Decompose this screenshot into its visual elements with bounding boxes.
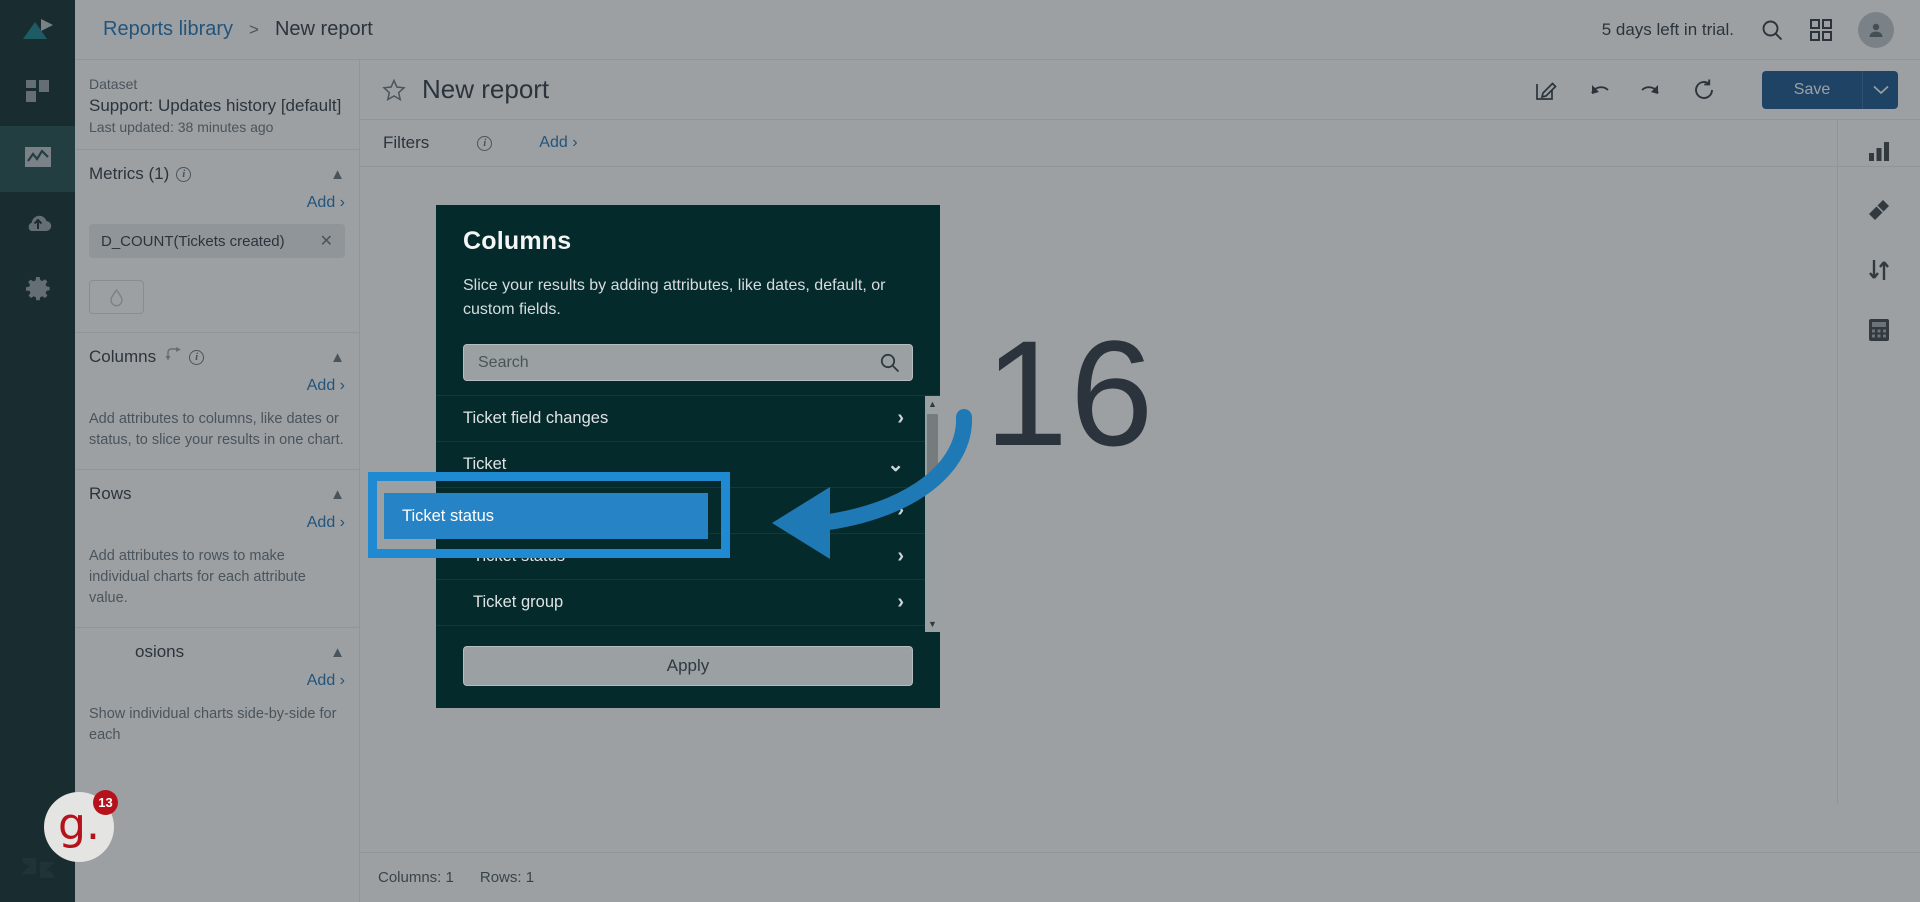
apply-button[interactable]: Apply	[463, 646, 913, 686]
scrollbar-thumb[interactable]	[927, 414, 938, 476]
list-item[interactable]: Ticket group ›	[436, 580, 926, 626]
modal-header: Columns Slice your results by adding att…	[436, 205, 940, 322]
list-item[interactable]: Ticket brand ›	[436, 626, 926, 632]
modal-description: Slice your results by adding attributes,…	[463, 277, 886, 318]
triangle-up-icon[interactable]: ▲	[928, 396, 937, 412]
highlighted-option-fill: Ticket status	[384, 493, 708, 539]
explore-report-builder-app: Reports library > New report 5 days left…	[0, 0, 1920, 902]
chevron-right-icon[interactable]: ›	[897, 545, 904, 568]
attribute-search	[463, 344, 913, 381]
search-input[interactable]	[463, 344, 913, 381]
list-item-label: Ticket field changes	[463, 409, 609, 427]
list-item-label: Ticket	[463, 455, 507, 473]
modal-title: Columns	[463, 227, 572, 255]
list-item-label: Ticket group	[473, 593, 564, 611]
chevron-right-icon[interactable]: ›	[897, 407, 904, 430]
columns-attribute-picker-modal: Columns Slice your results by adding att…	[436, 205, 940, 708]
chevron-down-icon[interactable]: ⌄	[887, 452, 904, 477]
support-chat-widget-button[interactable]: g. 13	[44, 790, 118, 862]
list-item-label: Ticket status	[473, 547, 565, 565]
chat-unread-badge: 13	[93, 790, 118, 815]
modal-footer: Apply	[436, 632, 940, 708]
modal-backdrop-scrim[interactable]	[0, 0, 1920, 902]
triangle-down-icon[interactable]: ▼	[928, 616, 937, 632]
list-item-ticket-status[interactable]: Ticket status ›	[436, 534, 926, 580]
search-icon[interactable]	[879, 352, 900, 378]
chevron-right-icon[interactable]: ›	[897, 499, 904, 522]
chat-widget-logo: g.	[58, 799, 100, 850]
attribute-list-scrollbar[interactable]: ▲ ▼	[925, 396, 940, 632]
list-item[interactable]: Ticket field changes ›	[436, 396, 926, 442]
list-item[interactable]: Ticket ⌄	[436, 442, 926, 488]
chevron-right-icon[interactable]: ›	[897, 591, 904, 614]
